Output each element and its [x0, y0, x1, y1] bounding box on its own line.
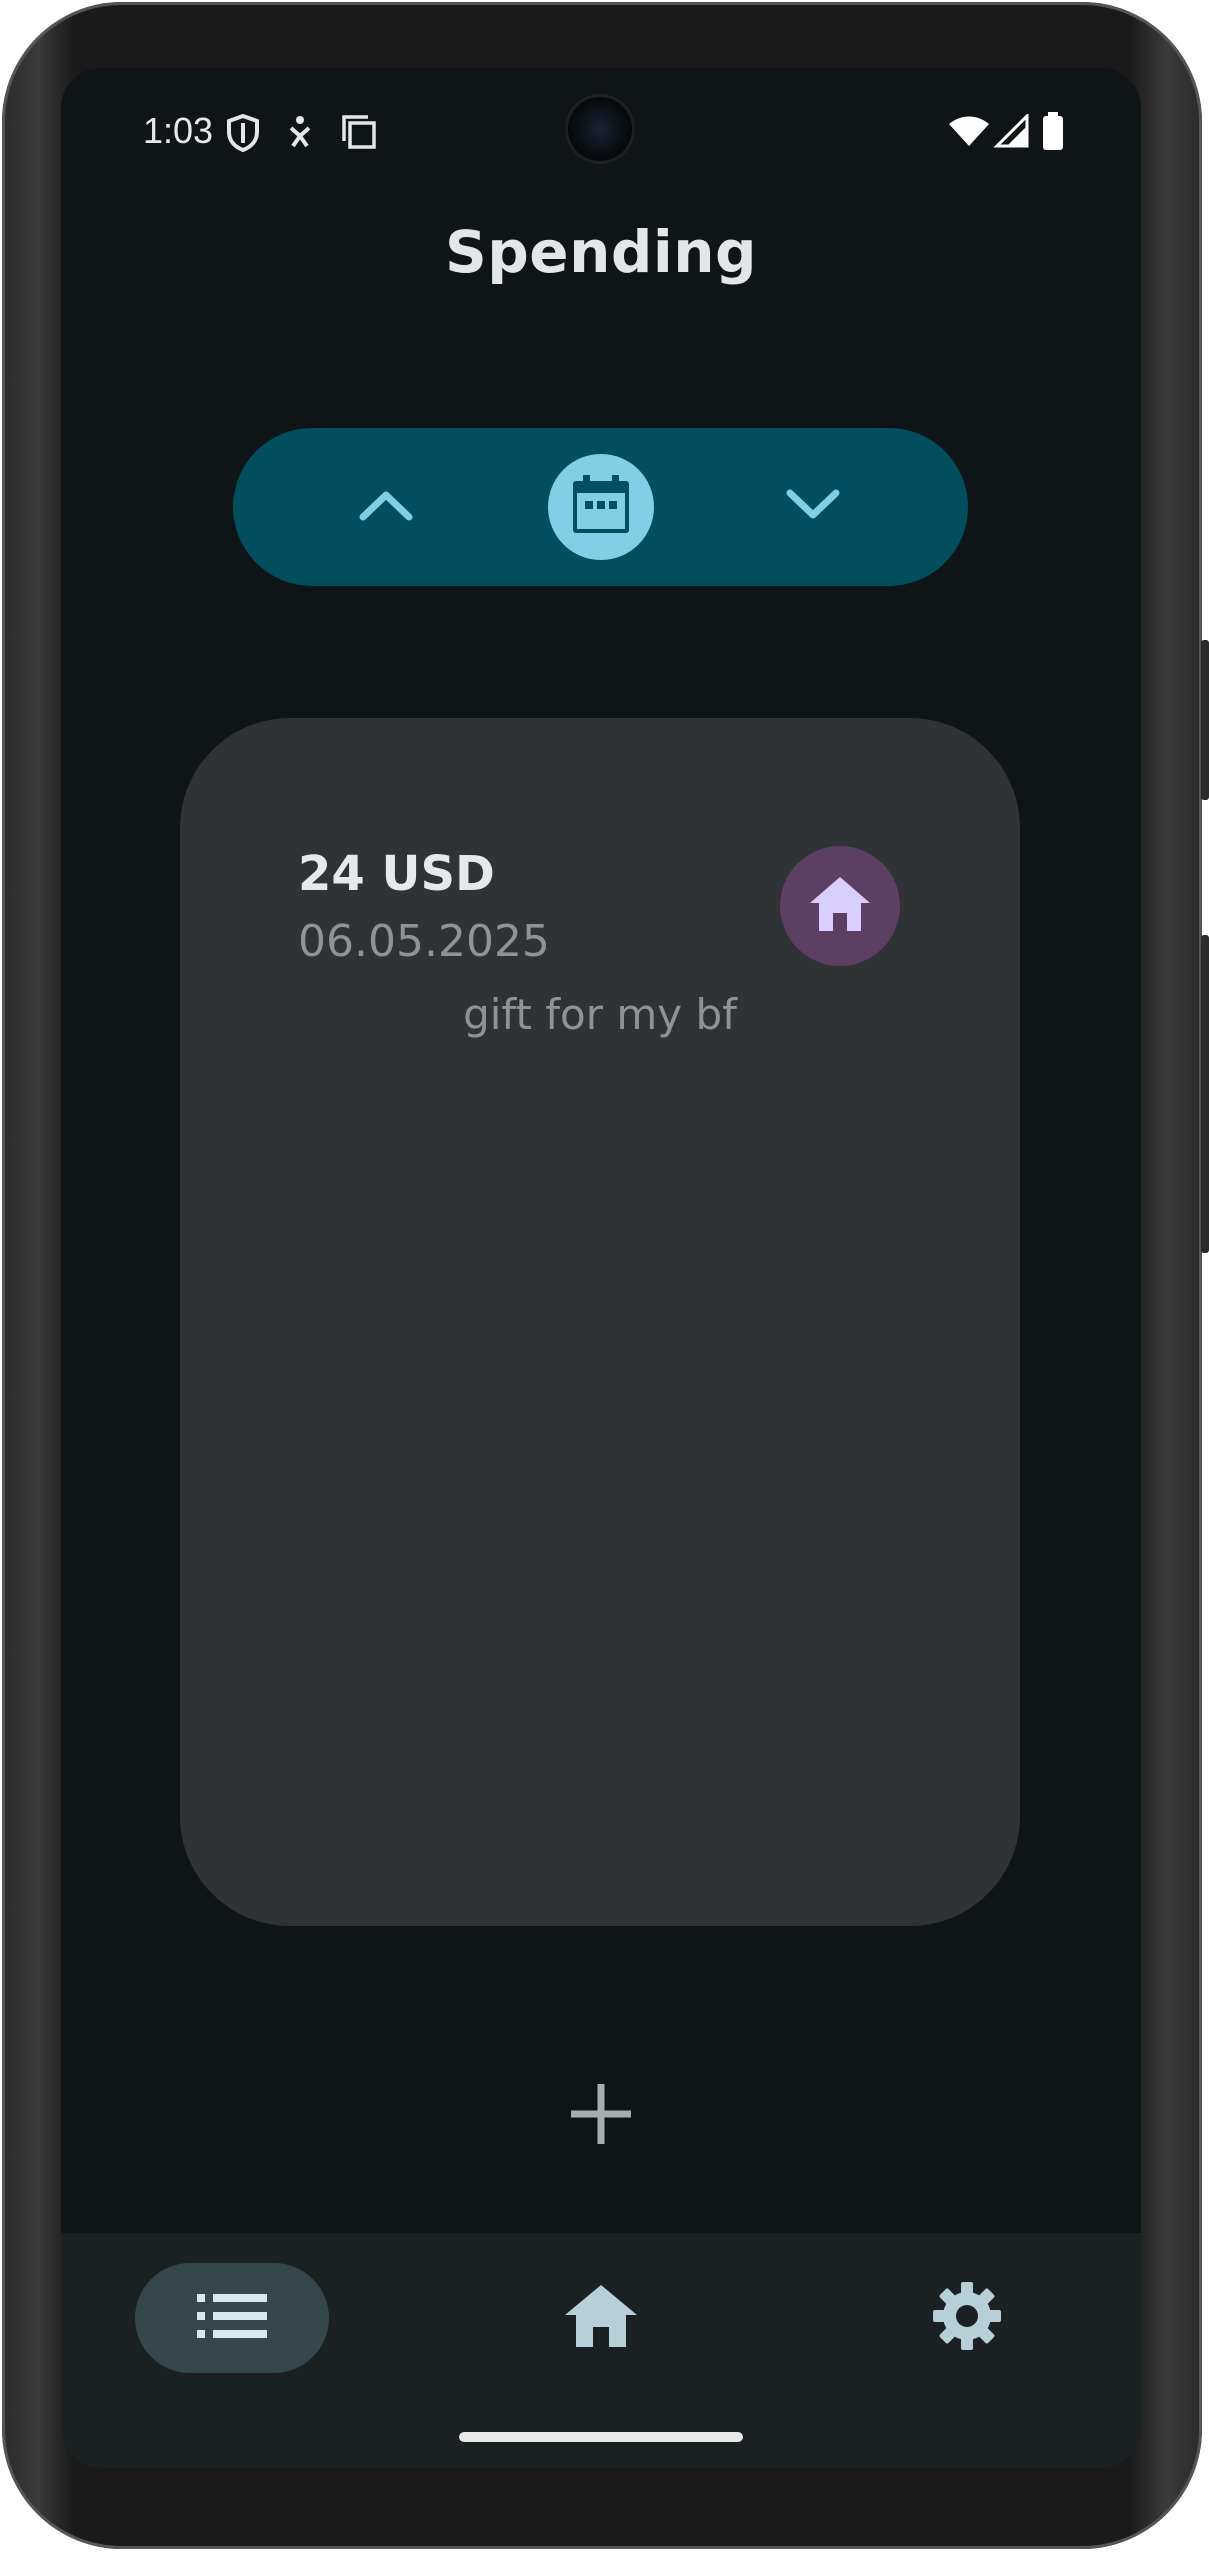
spending-date: 06.05.2025 [298, 916, 550, 967]
list-icon [197, 2292, 267, 2345]
gear-icon [931, 2280, 1003, 2357]
nav-item-home[interactable] [541, 2263, 661, 2373]
screen: 1:03 Spending 24 USD 06.05.2025 gift for… [61, 68, 1141, 2468]
chevron-down-icon [785, 487, 841, 528]
home-indicator[interactable] [459, 2432, 743, 2442]
nav-item-settings[interactable] [907, 2263, 1027, 2373]
date-navigator [233, 428, 968, 586]
spending-note: gift for my bf [463, 990, 737, 1039]
battery-icon [1042, 112, 1064, 155]
home-icon [563, 2283, 639, 2354]
signal-icon [993, 112, 1029, 153]
category-badge [780, 846, 900, 966]
previous-period-button[interactable] [346, 467, 426, 547]
copy-icon [341, 114, 377, 155]
spending-card[interactable]: 24 USD 06.05.2025 gift for my bf [180, 718, 1020, 1926]
calendar-icon [569, 473, 633, 542]
phone-frame: 1:03 Spending 24 USD 06.05.2025 gift for… [0, 0, 1209, 2553]
plus-icon [569, 2082, 633, 2151]
next-period-button[interactable] [773, 467, 853, 547]
shield-icon [226, 113, 260, 157]
calendar-button[interactable] [548, 454, 654, 560]
wifi-icon [949, 116, 989, 153]
spending-amount: 24 USD [298, 846, 495, 902]
front-camera [568, 97, 632, 161]
page-title: Spending [444, 218, 758, 286]
accessibility-icon [285, 114, 315, 155]
status-time: 1:03 [143, 110, 214, 151]
chevron-up-icon [358, 487, 414, 528]
home-icon [808, 875, 872, 938]
volume-button [1201, 640, 1209, 800]
power-button [1201, 935, 1209, 1253]
nav-item-list[interactable] [135, 2263, 329, 2373]
add-spending-button[interactable] [563, 2078, 639, 2154]
